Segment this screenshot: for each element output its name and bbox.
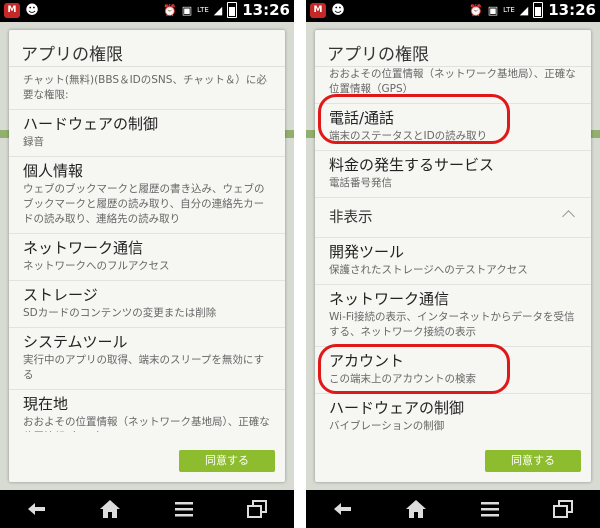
permission-title: 電話/通話 xyxy=(329,109,395,127)
menu-button[interactable] xyxy=(164,494,204,524)
signal-icon: ◢ xyxy=(213,3,223,17)
back-icon xyxy=(27,503,45,515)
permission-item-network[interactable]: ネットワーク通信 ネットワークへのフルアクセス xyxy=(9,234,285,281)
android-icon: ☻ xyxy=(331,3,345,18)
android-icon: ☻ xyxy=(25,3,39,18)
navigation-bar xyxy=(306,490,600,528)
permission-desc: 実行中のアプリの取得、端末のスリープを無効にする xyxy=(23,354,264,381)
status-bar: M ☻ ⏰ ▣ LTE ◢ 13:26 xyxy=(0,0,294,22)
permission-desc: Wi-Fi接続の表示、インターネットからデータを受信する、ネットワーク接続の表示 xyxy=(329,311,575,338)
permission-desc: ウェブのブックマークと履歴の書き込み、ウェブのブックマークと履歴の読み取り、自分… xyxy=(23,183,265,225)
permission-item-hardware[interactable]: ハードウェアの制御 録音 xyxy=(9,110,285,157)
download-icon: ▣ xyxy=(487,3,499,17)
permission-desc: 録音 xyxy=(23,136,44,148)
menu-button[interactable] xyxy=(470,494,510,524)
permission-desc: 保護されたストレージへのテストアクセス xyxy=(329,264,528,276)
permission-list[interactable]: おおよその位置情報（ネットワーク基地局）、正確な位置情報（GPS） 電話/通話 … xyxy=(315,67,591,432)
permission-item-phone-calls[interactable]: 電話/通話 端末のステータスとIDの読み取り xyxy=(315,104,591,151)
permission-title: ネットワーク通信 xyxy=(329,290,450,308)
navigation-bar xyxy=(0,490,294,528)
agree-button[interactable]: 同意する xyxy=(485,450,581,472)
signal-icon: ◢ xyxy=(519,3,529,17)
home-button[interactable] xyxy=(396,494,436,524)
permission-list[interactable]: チャット(無料)(BBS＆IDのSNS、チャット＆）に必要な権限: ハードウェア… xyxy=(9,67,285,432)
permission-desc: おおよその位置情報（ネットワーク基地局）、正確な位置情報（GPS） xyxy=(23,416,270,432)
permission-item-hardware[interactable]: ハードウェアの制御 バイブレーションの制御 xyxy=(315,394,591,432)
permission-item-dev-tools[interactable]: 開発ツール 保護されたストレージへのテストアクセス xyxy=(315,238,591,285)
permission-title: アカウント xyxy=(329,352,405,370)
permission-desc: ネットワークへのフルアクセス xyxy=(23,260,170,272)
permissions-dialog: アプリの権限 おおよその位置情報（ネットワーク基地局）、正確な位置情報（GPS）… xyxy=(315,30,591,482)
clock: 13:26 xyxy=(242,1,290,19)
permission-title: 料金の発生するサービス xyxy=(329,156,495,174)
hidden-section-toggle[interactable]: 非表示 xyxy=(315,198,591,238)
permission-item-network[interactable]: ネットワーク通信 Wi-Fi接続の表示、インターネットからデータを受信する、ネッ… xyxy=(315,285,591,347)
recent-apps-icon xyxy=(247,500,268,518)
menu-icon xyxy=(174,502,193,517)
alarm-icon: ⏰ xyxy=(163,3,177,17)
permission-title: ハードウェアの制御 xyxy=(23,115,159,133)
menu-icon xyxy=(480,502,499,517)
permission-title: 個人情報 xyxy=(23,162,84,180)
phone-screen-left: M ☻ ⏰ ▣ LTE ◢ 13:26 アプリの権限 チャット(無料)(BBS＆… xyxy=(0,0,294,528)
permission-item-personal-info[interactable]: 個人情報 ウェブのブックマークと履歴の書き込み、ウェブのブックマークと履歴の読み… xyxy=(9,157,285,234)
recent-apps-icon xyxy=(553,500,574,518)
back-button[interactable] xyxy=(323,494,363,524)
dialog-title: アプリの権限 xyxy=(21,45,123,65)
download-icon: ▣ xyxy=(181,3,193,17)
agree-button[interactable]: 同意する xyxy=(179,450,275,472)
permission-desc: 電話番号発信 xyxy=(329,177,392,189)
phone-screen-right: M ☻ ⏰ ▣ LTE ◢ 13:26 アプリの権限 おおよその位置情報（ネット… xyxy=(306,0,600,528)
back-icon xyxy=(333,503,351,515)
mcafee-shield-icon: M xyxy=(310,3,326,18)
permission-title: 現在地 xyxy=(23,395,69,413)
alarm-icon: ⏰ xyxy=(469,3,483,17)
permission-desc: バイブレーションの制御 xyxy=(329,420,445,432)
recent-apps-button[interactable] xyxy=(237,494,277,524)
network-type: LTE xyxy=(197,5,209,14)
permission-desc: 端末のステータスとIDの読み取り xyxy=(329,130,488,142)
status-bar: M ☻ ⏰ ▣ LTE ◢ 13:26 xyxy=(306,0,600,22)
permission-desc: SDカードのコンテンツの変更または削除 xyxy=(23,307,217,319)
permission-title: 開発ツール xyxy=(329,243,405,261)
permission-item-paid-services[interactable]: 料金の発生するサービス 電話番号発信 xyxy=(315,151,591,198)
permission-title: ネットワーク通信 xyxy=(23,239,144,257)
home-icon xyxy=(100,500,121,518)
permission-title: システムツール xyxy=(23,333,128,351)
permission-desc-scrolled: おおよその位置情報（ネットワーク基地局）、正確な位置情報（GPS） xyxy=(315,67,591,104)
permissions-dialog: アプリの権限 チャット(無料)(BBS＆IDのSNS、チャット＆）に必要な権限:… xyxy=(9,30,285,482)
permission-item-account[interactable]: アカウント この端末上のアカウントの検索 xyxy=(315,347,591,394)
permission-intro: チャット(無料)(BBS＆IDのSNS、チャット＆）に必要な権限: xyxy=(9,67,285,110)
recent-apps-button[interactable] xyxy=(543,494,583,524)
dialog-title: アプリの権限 xyxy=(327,45,429,65)
permission-title: ストレージ xyxy=(23,286,98,304)
network-type: LTE xyxy=(503,5,515,14)
permission-desc: この端末上のアカウントの検索 xyxy=(329,373,476,385)
permission-title: ハードウェアの制御 xyxy=(329,399,465,417)
battery-icon xyxy=(227,2,238,18)
battery-icon xyxy=(533,2,544,18)
section-title: 非表示 xyxy=(329,210,373,226)
mcafee-shield-icon: M xyxy=(4,3,20,18)
home-icon xyxy=(406,500,427,518)
permission-item-location[interactable]: 現在地 おおよその位置情報（ネットワーク基地局）、正確な位置情報（GPS） xyxy=(9,390,285,432)
clock: 13:26 xyxy=(548,1,596,19)
back-button[interactable] xyxy=(17,494,57,524)
home-button[interactable] xyxy=(90,494,130,524)
permission-item-system-tools[interactable]: システムツール 実行中のアプリの取得、端末のスリープを無効にする xyxy=(9,328,285,390)
permission-item-storage[interactable]: ストレージ SDカードのコンテンツの変更または削除 xyxy=(9,281,285,328)
